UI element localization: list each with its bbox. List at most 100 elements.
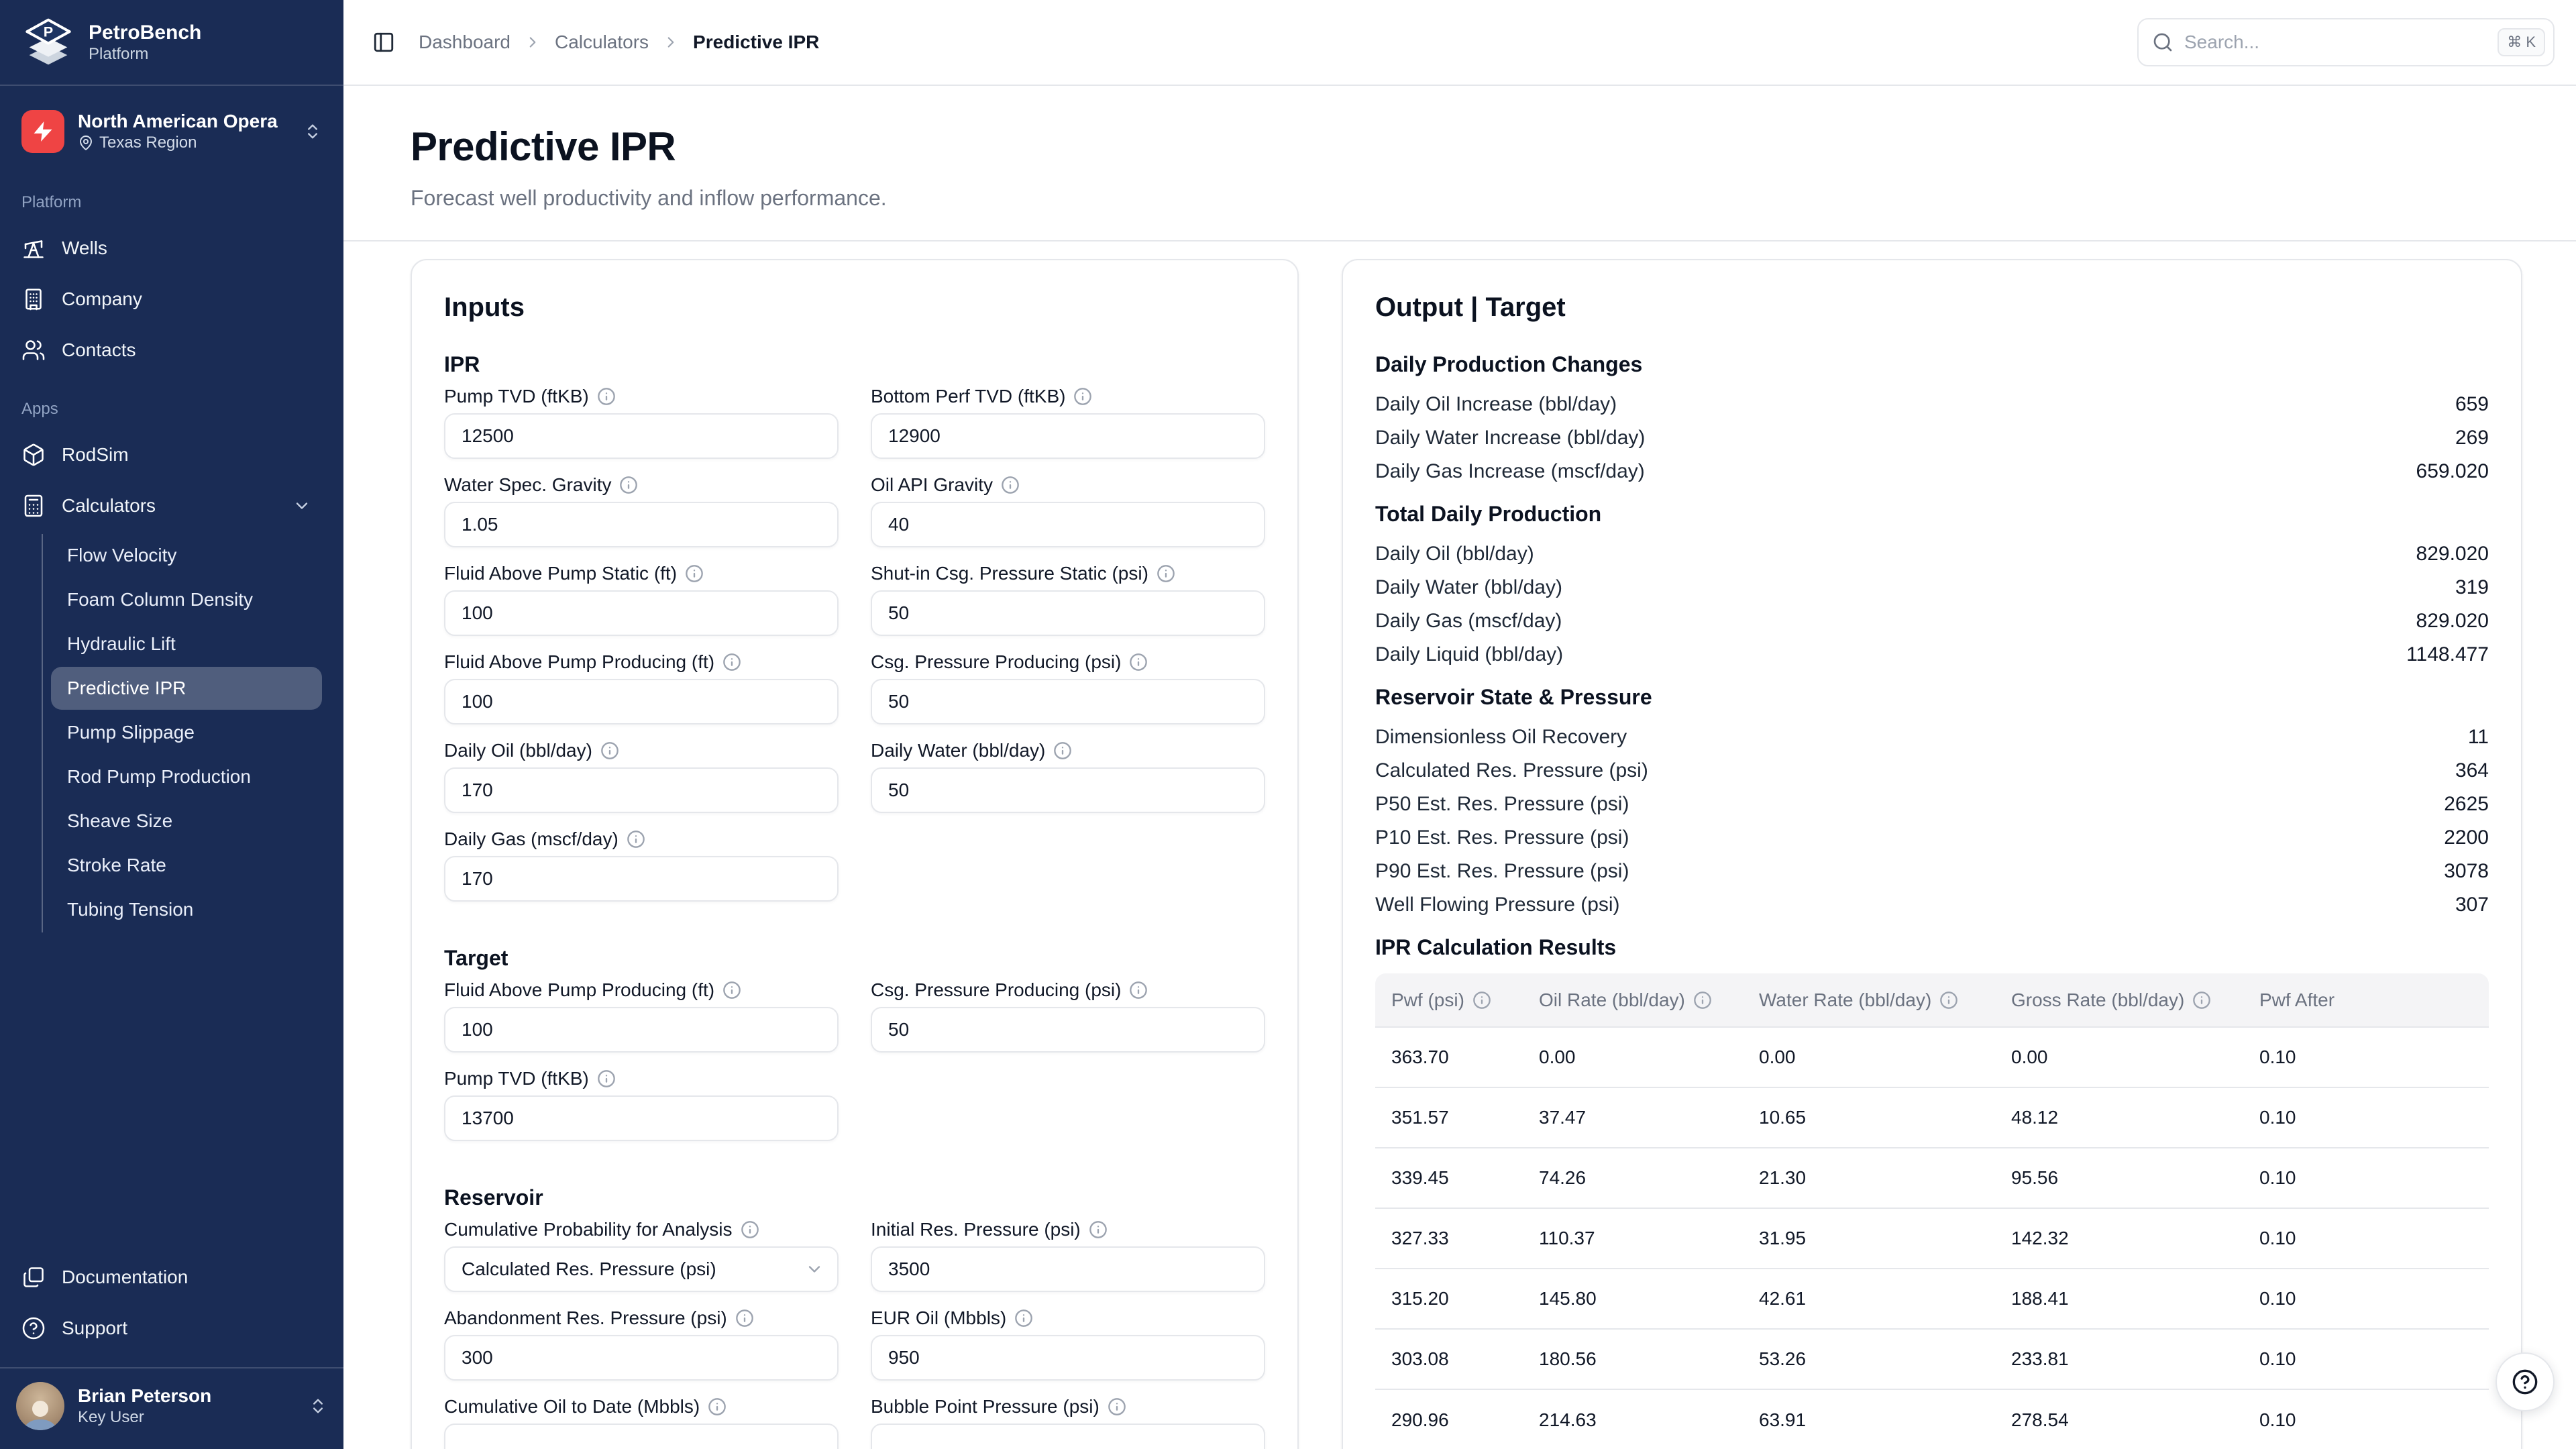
info-icon[interactable] xyxy=(741,1220,759,1239)
info-icon[interactable] xyxy=(600,741,619,760)
org-switcher[interactable]: North American Opera Texas Region xyxy=(11,99,333,164)
sidebar-item-foam-column-density[interactable]: Foam Column Density xyxy=(51,578,322,621)
info-icon[interactable] xyxy=(735,1309,754,1328)
info-icon[interactable] xyxy=(2192,991,2211,1010)
col-pwf-after: Pwf After xyxy=(2243,973,2489,1027)
info-icon[interactable] xyxy=(722,653,741,672)
bubble-point-pressure-input[interactable] xyxy=(871,1424,1265,1449)
sidebar-item-support[interactable]: Support xyxy=(11,1304,333,1352)
output-row: Daily Liquid (bbl/day)1148.477 xyxy=(1375,638,2489,672)
breadcrumb-calculators[interactable]: Calculators xyxy=(555,32,649,53)
bottom-perf-tvd-input[interactable] xyxy=(871,413,1265,459)
sidebar-item-tubing-tension[interactable]: Tubing Tension xyxy=(51,888,322,931)
sidebar: P PetroBench Platform North American Ope… xyxy=(0,0,343,1449)
water-spec-gravity-input[interactable] xyxy=(444,502,839,547)
info-icon[interactable] xyxy=(708,1397,727,1416)
cumulative-probability-select[interactable]: Calculated Res. Pressure (psi) xyxy=(444,1246,839,1292)
output-row: Daily Gas Increase (mscf/day)659.020 xyxy=(1375,455,2489,488)
sidebar-item-wells[interactable]: Wells xyxy=(11,224,333,272)
csg-pressure-producing-input[interactable] xyxy=(871,679,1265,724)
sidebar-item-label: Company xyxy=(62,288,142,310)
sidebar-item-sheave-size[interactable]: Sheave Size xyxy=(51,800,322,843)
breadcrumb-current: Predictive IPR xyxy=(693,32,819,53)
output-label: Daily Gas (mscf/day) xyxy=(1375,610,1562,633)
info-icon[interactable] xyxy=(1014,1309,1033,1328)
oil-api-gravity-input[interactable] xyxy=(871,502,1265,547)
info-icon[interactable] xyxy=(1693,991,1712,1010)
initial-res-pressure-input[interactable] xyxy=(871,1246,1265,1292)
sidebar-item-company[interactable]: Company xyxy=(11,275,333,323)
sidebar-item-predictive-ipr[interactable]: Predictive IPR xyxy=(51,667,322,710)
info-icon[interactable] xyxy=(685,564,704,583)
sidebar-item-flow-velocity[interactable]: Flow Velocity xyxy=(51,534,322,577)
org-region: Texas Region xyxy=(78,133,290,153)
info-icon[interactable] xyxy=(1073,387,1092,406)
ipr-results-table-wrap[interactable]: Pwf (psi) Oil Rate (bbl/day) Water Rate … xyxy=(1375,973,2489,1449)
help-fab-button[interactable] xyxy=(2496,1352,2555,1411)
output-label: Daily Water (bbl/day) xyxy=(1375,576,1562,599)
info-icon[interactable] xyxy=(1157,564,1175,583)
target-csg-pressure-producing-input[interactable] xyxy=(871,1007,1265,1053)
col-gross-rate: Gross Rate (bbl/day) xyxy=(1995,973,2243,1027)
info-icon[interactable] xyxy=(1129,653,1148,672)
info-icon[interactable] xyxy=(597,1069,616,1088)
sidebar-item-rod-pump-production[interactable]: Rod Pump Production xyxy=(51,755,322,798)
info-icon[interactable] xyxy=(1089,1220,1108,1239)
search-input[interactable] xyxy=(2184,32,2487,53)
abandonment-res-pressure-input[interactable] xyxy=(444,1335,839,1381)
info-icon[interactable] xyxy=(1053,741,1072,760)
field-label: EUR Oil (Mbbls) xyxy=(871,1307,1006,1330)
output-label: Daily Liquid (bbl/day) xyxy=(1375,643,1563,666)
field-label: Fluid Above Pump Producing (ft) xyxy=(444,651,714,674)
info-icon[interactable] xyxy=(597,387,616,406)
sidebar-item-rodsim[interactable]: RodSim xyxy=(11,431,333,479)
help-circle-icon xyxy=(2512,1368,2538,1395)
info-icon[interactable] xyxy=(1129,981,1148,1000)
fluid-above-pump-static-input[interactable] xyxy=(444,590,839,636)
output-row: Well Flowing Pressure (psi)307 xyxy=(1375,888,2489,922)
info-icon[interactable] xyxy=(1939,991,1958,1010)
brand-name: PetroBench xyxy=(89,21,201,45)
sidebar-item-contacts[interactable]: Contacts xyxy=(11,326,333,374)
fluid-above-pump-producing-input[interactable] xyxy=(444,679,839,724)
user-name: Brian Peterson xyxy=(78,1385,295,1407)
output-row: P50 Est. Res. Pressure (psi)2625 xyxy=(1375,788,2489,821)
table-header-row: Pwf (psi) Oil Rate (bbl/day) Water Rate … xyxy=(1375,973,2489,1027)
info-icon[interactable] xyxy=(1001,476,1020,494)
col-pwf: Pwf (psi) xyxy=(1375,973,1523,1027)
daily-water-input[interactable] xyxy=(871,767,1265,813)
sidebar-item-documentation[interactable]: Documentation xyxy=(11,1253,333,1301)
output-label: Daily Oil Increase (bbl/day) xyxy=(1375,393,1617,416)
sidebar-item-hydraulic-lift[interactable]: Hydraulic Lift xyxy=(51,623,322,665)
breadcrumb-dashboard[interactable]: Dashboard xyxy=(419,32,511,53)
sidebar-item-calculators[interactable]: Calculators xyxy=(11,482,333,530)
target-fluid-above-pump-producing-input[interactable] xyxy=(444,1007,839,1053)
output-row: Daily Water (bbl/day)319 xyxy=(1375,571,2489,604)
info-icon[interactable] xyxy=(627,830,645,849)
info-icon[interactable] xyxy=(1108,1397,1126,1416)
info-icon[interactable] xyxy=(722,981,741,1000)
output-row: P10 Est. Res. Pressure (psi)2200 xyxy=(1375,821,2489,855)
daily-gas-input[interactable] xyxy=(444,856,839,902)
search-box[interactable]: ⌘ K xyxy=(2137,18,2555,66)
sidebar-item-pump-slippage[interactable]: Pump Slippage xyxy=(51,711,322,754)
user-role: Key User xyxy=(78,1407,295,1428)
field: Pump TVD (ftKB) xyxy=(444,385,839,459)
daily-oil-input[interactable] xyxy=(444,767,839,813)
field: Csg. Pressure Producing (psi) xyxy=(871,651,1265,724)
copy-pages-icon xyxy=(21,1265,46,1289)
sidebar-item-stroke-rate[interactable]: Stroke Rate xyxy=(51,844,322,887)
field: Oil API Gravity xyxy=(871,474,1265,547)
eur-oil-input[interactable] xyxy=(871,1335,1265,1381)
target-pump-tvd-input[interactable] xyxy=(444,1095,839,1141)
inputs-card: Inputs IPR Pump TVD (ftKB) Bottom Perf T… xyxy=(411,259,1299,1449)
info-icon[interactable] xyxy=(619,476,638,494)
user-menu[interactable]: Brian Peterson Key User xyxy=(0,1368,343,1449)
pump-tvd-input[interactable] xyxy=(444,413,839,459)
field: Abandonment Res. Pressure (psi) xyxy=(444,1307,839,1381)
sidebar-toggle-button[interactable] xyxy=(365,23,402,61)
field-label: Cumulative Probability for Analysis xyxy=(444,1218,733,1241)
shut-in-csg-pressure-static-input[interactable] xyxy=(871,590,1265,636)
info-icon[interactable] xyxy=(1472,991,1491,1010)
cumulative-oil-to-date-input[interactable] xyxy=(444,1424,839,1449)
